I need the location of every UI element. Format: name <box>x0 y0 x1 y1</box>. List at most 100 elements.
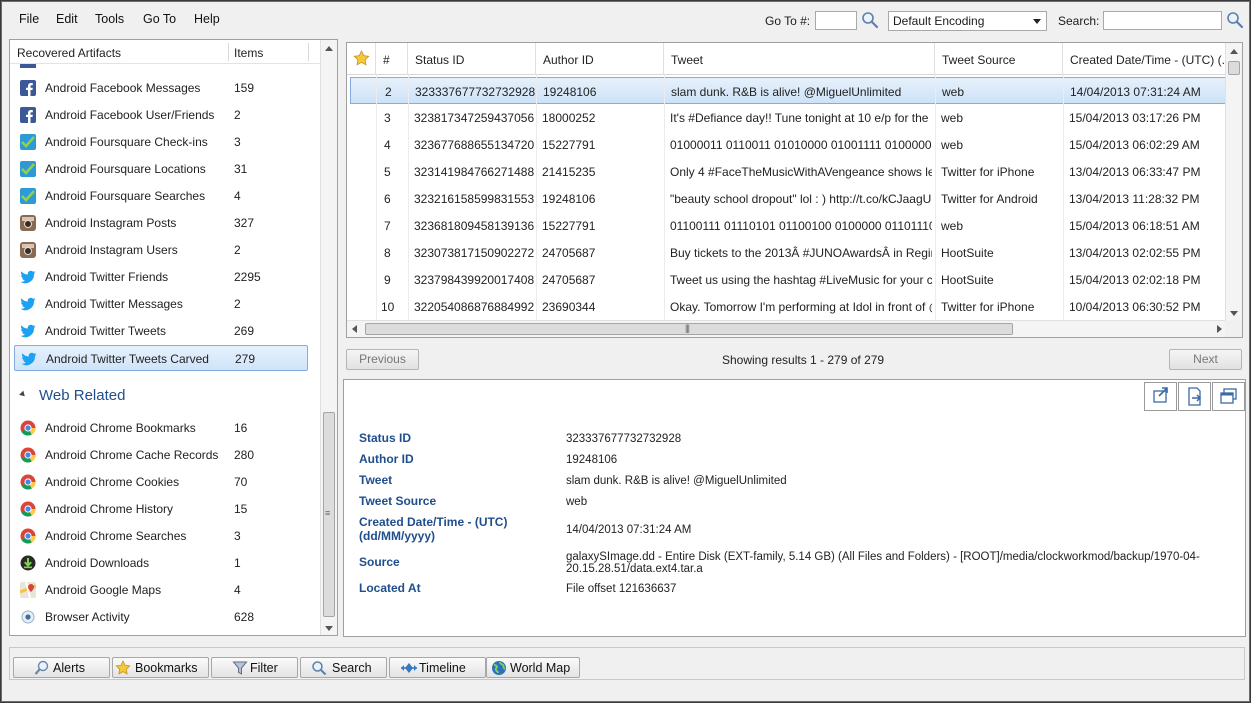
menu-help[interactable]: Help <box>194 12 220 26</box>
chrome-icon <box>20 420 36 436</box>
search-button[interactable]: Search <box>300 657 387 678</box>
alerts-button[interactable]: Alerts <box>13 657 110 678</box>
cell-tweet: 01100111 01110101 01100100 0100000 01101… <box>670 219 932 233</box>
col-tweet-source[interactable]: Tweet Source <box>935 43 1063 75</box>
search-icon[interactable] <box>1226 11 1246 31</box>
artifact-item[interactable]: Android Facebook Messages 159 <box>14 75 308 101</box>
cell-created: 13/04/2013 02:02:55 PM <box>1069 246 1201 260</box>
bottom-toolbar: Alerts Bookmarks Filter Search Timeline … <box>9 647 1245 680</box>
col-items[interactable]: Items <box>234 46 263 60</box>
artifact-item[interactable]: Android Chrome Bookmarks 16 <box>14 415 308 441</box>
artifact-item[interactable]: Android Instagram Posts 327 <box>14 210 308 236</box>
grid-header: # Status ID Author ID Tweet Tweet Source… <box>347 43 1227 75</box>
cell-tweet: Tweet us using the hashtag #LiveMusic fo… <box>670 273 932 287</box>
artifact-item[interactable]: Android Foursquare Locations 31 <box>14 156 308 182</box>
artifact-count: 1 <box>234 556 241 570</box>
table-row[interactable]: 7 323681809458139136 15227791 01100111 0… <box>347 212 1227 239</box>
cell-author-id: 15227791 <box>542 138 596 152</box>
grid-vertical-scrollbar[interactable] <box>1225 43 1242 322</box>
world-map-button[interactable]: World Map <box>486 657 580 678</box>
cell-number: 3 <box>384 111 391 125</box>
artifact-count: 31 <box>234 162 248 176</box>
menu-tools[interactable]: Tools <box>95 12 124 26</box>
col-tweet[interactable]: Tweet <box>664 43 935 75</box>
export-button[interactable] <box>1178 382 1211 411</box>
goto-search-icon[interactable] <box>861 11 881 31</box>
cell-tweet-source: Twitter for Android <box>941 192 1038 206</box>
cell-tweet-source: HootSuite <box>941 273 994 287</box>
twitter-icon <box>20 270 36 284</box>
artifact-count: 4 <box>234 189 241 203</box>
scroll-right-icon[interactable] <box>1217 325 1222 333</box>
menu-file[interactable]: File <box>19 12 39 26</box>
cell-status-id: 323681809458139136 <box>414 219 535 233</box>
artifact-item[interactable]: Android Chrome Cookies 70 <box>14 469 308 495</box>
menu-goto[interactable]: Go To <box>143 12 176 26</box>
scroll-left-icon[interactable] <box>352 325 357 333</box>
table-row[interactable]: 3 323817347259437056 18000252 It's #Defi… <box>347 104 1227 131</box>
menu-edit[interactable]: Edit <box>56 12 78 26</box>
artifact-item[interactable]: Android Foursquare Searches 4 <box>14 183 308 209</box>
filter-label: Filter <box>250 661 278 675</box>
group-web-related[interactable]: Web Related <box>19 385 310 407</box>
artifact-item[interactable]: Android Google Maps 4 <box>14 577 308 603</box>
artifacts-tree: Recovered Artifacts Items Android Facebo… <box>9 39 338 636</box>
artifact-name: Android Google Maps <box>45 583 162 597</box>
cell-author-id: 18000252 <box>542 111 596 125</box>
artifact-item[interactable]: Android Twitter Messages 2 <box>14 291 308 317</box>
table-row[interactable]: 9 323798439920017408 24705687 Tweet us u… <box>347 266 1227 293</box>
table-row-selected[interactable]: 2 323337677732732928 19248106 slam dunk.… <box>350 77 1226 104</box>
encoding-select[interactable]: Default Encoding <box>888 11 1047 31</box>
foursquare-icon <box>20 161 36 177</box>
filter-button[interactable]: Filter <box>211 657 298 678</box>
window-icon <box>1220 388 1237 404</box>
table-row[interactable]: 6 323216158599831553 19248106 "beauty sc… <box>347 185 1227 212</box>
download-icon <box>20 555 36 571</box>
col-recovered-artifacts[interactable]: Recovered Artifacts <box>17 46 121 60</box>
col-status-id[interactable]: Status ID <box>408 43 536 75</box>
table-row[interactable]: 10 322054086876884992 23690344 Okay. Tom… <box>347 293 1227 320</box>
expand-icon[interactable] <box>19 390 27 399</box>
artifacts-scrollbar[interactable]: ≡ <box>320 40 337 635</box>
table-row[interactable]: 8 323073817150902272 24705687 Buy ticket… <box>347 239 1227 266</box>
scroll-down-icon[interactable] <box>1230 311 1238 316</box>
bookmarks-button[interactable]: Bookmarks <box>112 657 209 678</box>
artifact-item[interactable]: Android Downloads 1 <box>14 550 308 576</box>
col-number[interactable]: # <box>376 43 408 75</box>
artifact-item-selected[interactable]: Android Twitter Tweets Carved 279 <box>14 345 308 371</box>
grid-horizontal-scrollbar[interactable]: ||| <box>347 320 1227 337</box>
timeline-label: Timeline <box>419 661 466 675</box>
scroll-up-icon[interactable] <box>325 46 333 51</box>
maps-icon <box>20 582 36 598</box>
artifact-item[interactable]: Android Foursquare Check-ins 3 <box>14 129 308 155</box>
artifact-item[interactable]: Android Chrome Cache Records 280 <box>14 442 308 468</box>
timeline-button[interactable]: Timeline <box>389 657 486 678</box>
cell-number: 4 <box>384 138 391 152</box>
bookmark-column[interactable] <box>347 43 376 75</box>
table-row[interactable]: 4 323677688655134720 15227791 01000011 0… <box>347 131 1227 158</box>
col-author-id[interactable]: Author ID <box>536 43 664 75</box>
scroll-down-icon[interactable] <box>325 626 333 631</box>
goto-input[interactable] <box>815 11 857 30</box>
search-input[interactable] <box>1103 11 1222 30</box>
table-row[interactable]: 5 323141984766271488 21415235 Only 4 #Fa… <box>347 158 1227 185</box>
artifact-count: 3 <box>234 529 241 543</box>
previous-button[interactable]: Previous <box>346 349 419 370</box>
open-external-button[interactable] <box>1144 382 1177 411</box>
artifact-item[interactable]: Android Facebook User/Friends 2 <box>14 102 308 128</box>
artifact-item[interactable]: Android Instagram Users 2 <box>14 237 308 263</box>
goto-label: Go To #: <box>765 14 811 28</box>
artifact-item[interactable]: Android Chrome Searches 3 <box>14 523 308 549</box>
scroll-thumb[interactable] <box>1228 61 1240 75</box>
artifact-item[interactable]: Android Twitter Friends 2295 <box>14 264 308 290</box>
artifact-item[interactable]: Android Chrome History 15 <box>14 496 308 522</box>
col-created[interactable]: Created Date/Time - (UTC) (... <box>1063 43 1227 75</box>
results-grid: # Status ID Author ID Tweet Tweet Source… <box>346 42 1243 338</box>
popout-window-button[interactable] <box>1212 382 1245 411</box>
cell-tweet: Buy tickets to the 2013Â #JUNOAwardsÂ in… <box>670 246 932 260</box>
scroll-up-icon[interactable] <box>1230 49 1238 54</box>
cell-created: 15/04/2013 06:18:51 AM <box>1069 219 1200 233</box>
artifact-item[interactable]: Browser Activity 628 <box>14 604 308 630</box>
next-button[interactable]: Next <box>1169 349 1242 370</box>
artifact-item[interactable]: Android Twitter Tweets 269 <box>14 318 308 344</box>
